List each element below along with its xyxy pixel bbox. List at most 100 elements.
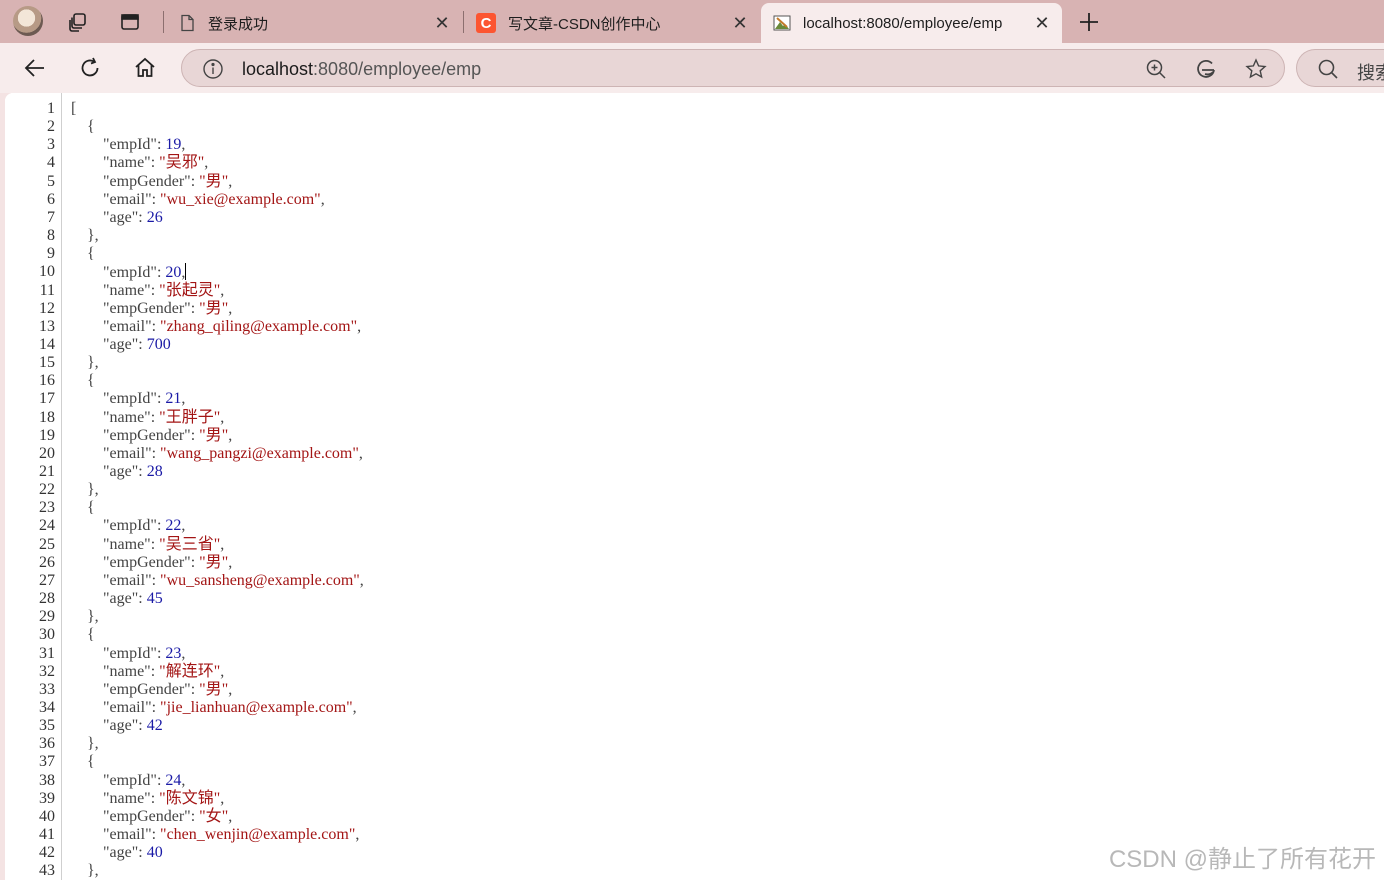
json-token: , (228, 553, 233, 571)
tab-csdn-editor[interactable]: C 写文章-CSDN创作中心 ✕ (464, 3, 760, 43)
json-line: }, (71, 608, 99, 626)
edge-icon[interactable] (1195, 58, 1217, 80)
line-number: 35 (39, 717, 55, 735)
tab-separator (163, 11, 164, 33)
close-tab-icon[interactable]: ✕ (728, 11, 752, 35)
line-number: 37 (39, 753, 55, 771)
json-token: "age": (71, 335, 147, 353)
close-tab-icon[interactable]: ✕ (1030, 11, 1054, 35)
json-token: , (181, 517, 186, 535)
json-number: 24 (165, 771, 182, 789)
json-line: "email": "wang_pangzi@example.com", (71, 445, 363, 463)
line-number: 12 (39, 299, 55, 317)
json-token: , (355, 826, 360, 843)
json-line: "empId": 19, (71, 136, 185, 154)
text-caret (185, 263, 187, 281)
zoom-in-icon[interactable] (1145, 58, 1167, 80)
json-line: "empGender": "男", (71, 173, 232, 191)
close-tab-icon[interactable]: ✕ (430, 11, 454, 35)
json-token: "empGender": (71, 299, 200, 317)
home-button[interactable] (130, 53, 160, 83)
json-string: 陈文锦 (165, 789, 214, 807)
json-token: { (71, 118, 95, 136)
line-number: 41 (39, 826, 55, 843)
json-token: , (359, 571, 364, 589)
line-number: 22 (39, 481, 55, 499)
json-string: 解连环 (165, 662, 214, 680)
json-number: 40 (146, 844, 163, 862)
json-line: { (71, 753, 95, 771)
reload-button[interactable] (75, 53, 105, 83)
json-string: 女 (205, 807, 222, 825)
search-label: 搜索 (1357, 63, 1384, 83)
json-string: 男 (205, 680, 222, 698)
json-view: 1 2 3 4 5 6 7 8 9 10 11 12 13 14 15 16 17 18 19 20 21 22 23 24 2… (5, 93, 1384, 880)
json-string: 男 (205, 426, 222, 444)
json-line: "empGender": "男", (71, 427, 232, 445)
json-number: 20 (165, 264, 182, 282)
json-string: jie_lianhuan@example.com (166, 698, 347, 716)
line-number: 9 (47, 245, 55, 263)
profile-avatar[interactable] (13, 6, 43, 36)
json-line: "empGender": "男", (71, 681, 232, 699)
json-string: 吴邪 (165, 154, 198, 172)
favorite-star-icon[interactable] (1245, 58, 1267, 80)
arrow-left-icon (24, 59, 44, 77)
json-string: 男 (205, 299, 222, 317)
json-token: { (71, 499, 95, 517)
line-number: 30 (39, 626, 55, 644)
line-number: 2 (47, 118, 55, 136)
info-icon[interactable] (202, 58, 224, 80)
tab-login-success[interactable]: 登录成功 ✕ (166, 3, 462, 43)
line-number: 40 (39, 807, 55, 825)
json-line: "empId": 22, (71, 517, 185, 535)
line-number: 5 (47, 172, 55, 190)
page-icon (178, 14, 196, 32)
json-token: , (220, 535, 225, 553)
line-number: 1 (47, 100, 55, 117)
collections-icon[interactable] (65, 9, 91, 35)
back-button[interactable] (20, 53, 50, 83)
json-string: chen_wenjin@example.com (166, 826, 349, 843)
json-number: 45 (146, 590, 163, 608)
json-token: }, (71, 354, 99, 372)
json-token: "name": (71, 662, 160, 680)
json-line: "name": "解连环", (71, 663, 224, 681)
json-number: 700 (146, 335, 171, 353)
tab-actions-icon[interactable] (117, 9, 143, 35)
json-token: "empId": (71, 517, 166, 535)
address-bar[interactable]: localhost:8080/employee/emp (181, 49, 1285, 87)
line-number: 18 (39, 408, 55, 426)
line-number: 42 (39, 844, 55, 862)
json-line: "empId": 20, (71, 263, 187, 282)
json-line: "name": "张起灵", (71, 282, 224, 300)
json-token: , (357, 317, 362, 335)
json-token: "name": (71, 789, 160, 807)
json-number: 19 (165, 136, 182, 154)
json-string: wang_pangzi@example.com (166, 444, 353, 462)
json-string: zhang_qiling@example.com (166, 317, 351, 335)
tab-employee-json[interactable]: localhost:8080/employee/emp ✕ (761, 3, 1062, 43)
json-string: 王胖子 (165, 408, 214, 426)
json-token: }, (71, 481, 99, 499)
url-text[interactable]: localhost:8080/employee/emp (242, 59, 481, 80)
line-number: 20 (39, 444, 55, 462)
json-token: , (228, 299, 233, 317)
json-line: { (71, 118, 95, 136)
json-line: "email": "chen_wenjin@example.com", (71, 826, 359, 844)
new-tab-button[interactable] (1076, 9, 1102, 35)
json-line: }, (71, 481, 99, 499)
json-token: "empId": (71, 644, 166, 662)
line-number: 39 (39, 789, 55, 807)
line-number: 13 (39, 317, 55, 335)
json-string: wu_xie@example.com (166, 190, 315, 208)
search-box[interactable]: 搜索 (1296, 49, 1384, 87)
line-number: 38 (39, 771, 55, 789)
json-line: "email": "wu_sansheng@example.com", (71, 572, 364, 590)
json-line: "name": "吴邪", (71, 154, 208, 172)
json-line: "empGender": "男", (71, 554, 232, 572)
json-token: "age": (71, 208, 147, 226)
line-number: 32 (39, 662, 55, 680)
line-number: 6 (47, 190, 55, 208)
line-number: 36 (39, 735, 55, 753)
